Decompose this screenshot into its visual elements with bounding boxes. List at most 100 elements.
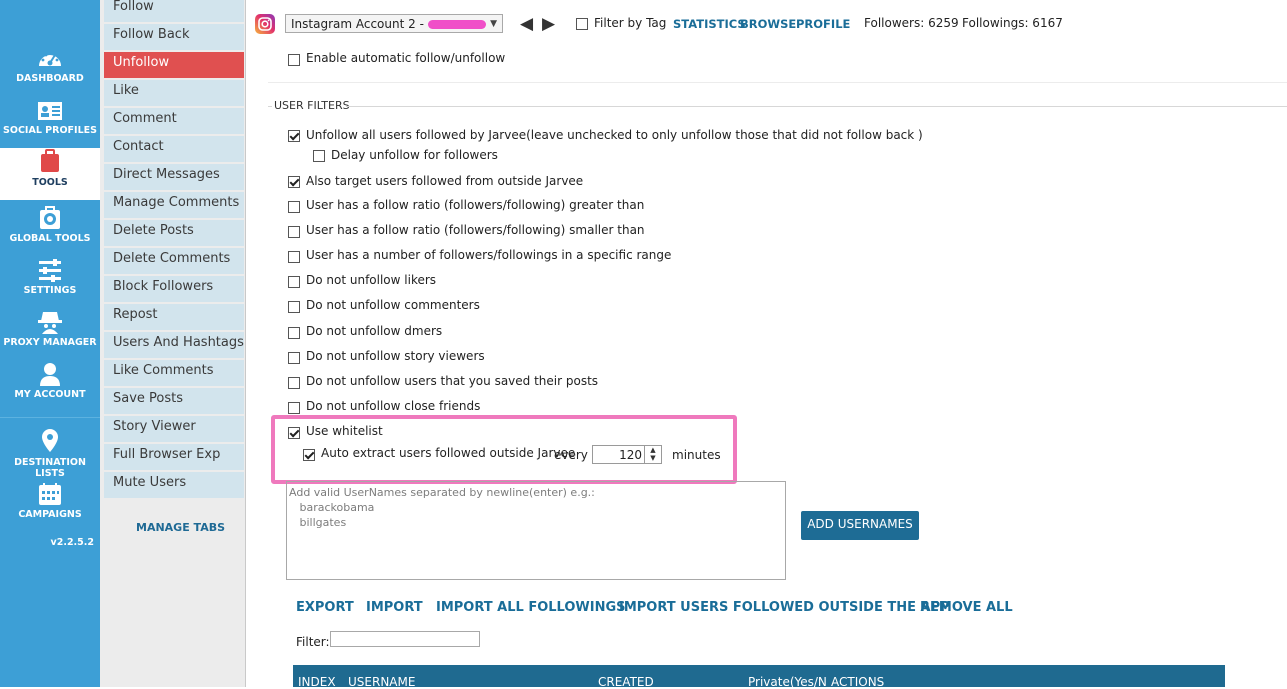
filter-checkbox-saved-posts[interactable] <box>288 377 300 389</box>
export-link[interactable]: EXPORT <box>296 600 354 615</box>
nav-label: SETTINGS <box>23 285 77 296</box>
submenu-users-and-hashtags[interactable]: Users And Hashtags <box>104 332 244 358</box>
nav-label: CAMPAIGNS <box>18 509 82 520</box>
interval-stepper[interactable]: 120 ▲ ▼ <box>592 445 662 464</box>
nav-global-tools[interactable]: GLOBAL TOOLS <box>0 206 100 258</box>
previous-account-arrow-icon[interactable]: ◀ <box>520 14 533 34</box>
nav-label: DASHBOARD <box>16 73 84 84</box>
whitelist-textarea[interactable]: Add valid UserNames separated by newline… <box>286 481 786 580</box>
submenu-full-browser-exp[interactable]: Full Browser Exp <box>104 444 244 470</box>
sliders-icon <box>39 259 61 282</box>
main-nav: DASHBOARD SOCIAL PROFILES TOOLS GLOBAL T… <box>0 0 100 687</box>
submenu-contact[interactable]: Contact <box>104 136 244 162</box>
account-select[interactable]: Instagram Account 2 - ▼ <box>285 14 503 33</box>
filter-label: Unfollow all users followed by Jarvee(le… <box>306 128 923 142</box>
filter-label: Do not unfollow story viewers <box>306 349 485 363</box>
nav-destination-lists[interactable]: DESTINATION LISTS <box>0 428 100 480</box>
submenu-block-followers[interactable]: Block Followers <box>104 276 244 302</box>
filter-by-tag-label: Filter by Tag <box>594 16 667 30</box>
filter-label: User has a number of followers/following… <box>306 248 672 262</box>
incognito-icon <box>38 312 62 334</box>
filter-checkbox-close-friends[interactable] <box>288 402 300 414</box>
every-label: every <box>554 448 588 462</box>
submenu-comment[interactable]: Comment <box>104 108 244 134</box>
nav-social-profiles[interactable]: SOCIAL PROFILES <box>0 100 100 152</box>
import-all-followings-link[interactable]: IMPORT ALL FOLLOWINGS <box>436 600 626 615</box>
nav-label: DESTINATION LISTS <box>14 457 86 479</box>
manage-tabs-link[interactable]: MANAGE TABS <box>136 521 225 534</box>
nav-tools[interactable]: TOOLS <box>0 148 100 200</box>
nav-dashboard[interactable]: DASHBOARD <box>0 48 100 100</box>
calendar-icon <box>39 483 61 505</box>
followers-count: Followers: 6259 <box>864 16 959 30</box>
nav-divider <box>0 417 100 418</box>
stepper-up-icon[interactable]: ▲ <box>645 446 661 454</box>
table-header: INDEX USERNAME CREATED Private(Yes/N ACT… <box>293 665 1225 689</box>
nav-label: MY ACCOUNT <box>14 389 86 400</box>
submenu-like[interactable]: Like <box>104 80 244 106</box>
filter-checkbox-ratio-smaller[interactable] <box>288 226 300 238</box>
add-usernames-button[interactable]: ADD USERNAMES <box>801 511 919 540</box>
filter-checkbox-dmers[interactable] <box>288 327 300 339</box>
filter-label: Delay unfollow for followers <box>331 148 498 162</box>
submenu-delete-comments[interactable]: Delete Comments <box>104 248 244 274</box>
nav-settings[interactable]: SETTINGS <box>0 258 100 310</box>
nav-proxy-manager[interactable]: PROXY MANAGER <box>0 310 100 362</box>
filter-checkbox-unfollow-all[interactable] <box>288 130 300 142</box>
minutes-label: minutes <box>672 448 721 462</box>
auto-extract-label: Auto extract users followed outside Jarv… <box>321 446 576 460</box>
filter-checkbox-commenters[interactable] <box>288 301 300 313</box>
submenu-follow-back[interactable]: Follow Back <box>104 24 244 50</box>
filter-checkbox-delay[interactable] <box>313 150 325 162</box>
import-outside-link[interactable]: IMPORT USERS FOLLOWED OUTSIDE THE APP <box>619 600 950 615</box>
use-whitelist-checkbox[interactable] <box>288 427 300 439</box>
filter-input[interactable] <box>330 631 480 647</box>
import-link[interactable]: IMPORT <box>366 600 423 615</box>
stepper-down-icon[interactable]: ▼ <box>645 454 661 462</box>
submenu-follow[interactable]: Follow <box>104 0 244 22</box>
filter-label: Do not unfollow users that you saved the… <box>306 374 599 388</box>
browse-link[interactable]: BROWSE <box>740 17 796 31</box>
enable-auto-label: Enable automatic follow/unfollow <box>306 51 506 65</box>
nav-label: GLOBAL TOOLS <box>9 233 91 244</box>
statistics-link[interactable]: STATISTICS <box>673 17 746 31</box>
profile-link[interactable]: PROFILE <box>796 17 850 31</box>
version-label: v2.2.5.2 <box>50 537 94 548</box>
filter-label: User has a follow ratio (followers/follo… <box>306 223 645 237</box>
filter-label: Do not unfollow commenters <box>306 298 480 312</box>
account-select-value: Instagram Account 2 - <box>291 17 424 31</box>
filter-label: Do not unfollow close friends <box>306 399 481 413</box>
remove-all-link[interactable]: REMOVE ALL <box>920 600 1013 615</box>
submenu-story-viewer[interactable]: Story Viewer <box>104 416 244 442</box>
filter-checkbox-story-viewers[interactable] <box>288 352 300 364</box>
filter-label: Also target users followed from outside … <box>306 174 584 188</box>
enable-auto-checkbox[interactable] <box>288 54 300 66</box>
submenu-unfollow[interactable]: Unfollow <box>104 52 244 78</box>
submenu-delete-posts[interactable]: Delete Posts <box>104 220 244 246</box>
nav-label: TOOLS <box>32 177 68 188</box>
submenu-manage-comments[interactable]: Manage Comments <box>104 192 244 218</box>
submenu-direct-messages[interactable]: Direct Messages <box>104 164 244 190</box>
filter-label: Do not unfollow dmers <box>306 324 443 338</box>
submenu-mute-users[interactable]: Mute Users <box>104 472 244 498</box>
filter-checkbox-outside[interactable] <box>288 176 300 188</box>
submenu-repost[interactable]: Repost <box>104 304 244 330</box>
interval-value: 120 <box>619 448 642 462</box>
auto-extract-checkbox[interactable] <box>303 449 315 461</box>
filter-by-tag-checkbox[interactable] <box>576 18 588 30</box>
global-tools-icon <box>40 206 60 229</box>
nav-my-account[interactable]: MY ACCOUNT <box>0 362 100 414</box>
next-account-arrow-icon[interactable]: ▶ <box>542 14 555 34</box>
filter-checkbox-range[interactable] <box>288 251 300 263</box>
instagram-icon <box>255 14 275 34</box>
filter-label: Do not unfollow likers <box>306 273 437 287</box>
filter-checkbox-likers[interactable] <box>288 276 300 288</box>
tools-icon <box>41 149 59 172</box>
filter-checkbox-ratio-greater[interactable] <box>288 201 300 213</box>
redacted-name <box>427 20 486 29</box>
submenu-like-comments[interactable]: Like Comments <box>104 360 244 386</box>
nav-campaigns[interactable]: CAMPAIGNS <box>0 482 100 534</box>
submenu-save-posts[interactable]: Save Posts <box>104 388 244 414</box>
nav-label: PROXY MANAGER <box>3 337 97 348</box>
section-rule <box>346 106 1287 107</box>
